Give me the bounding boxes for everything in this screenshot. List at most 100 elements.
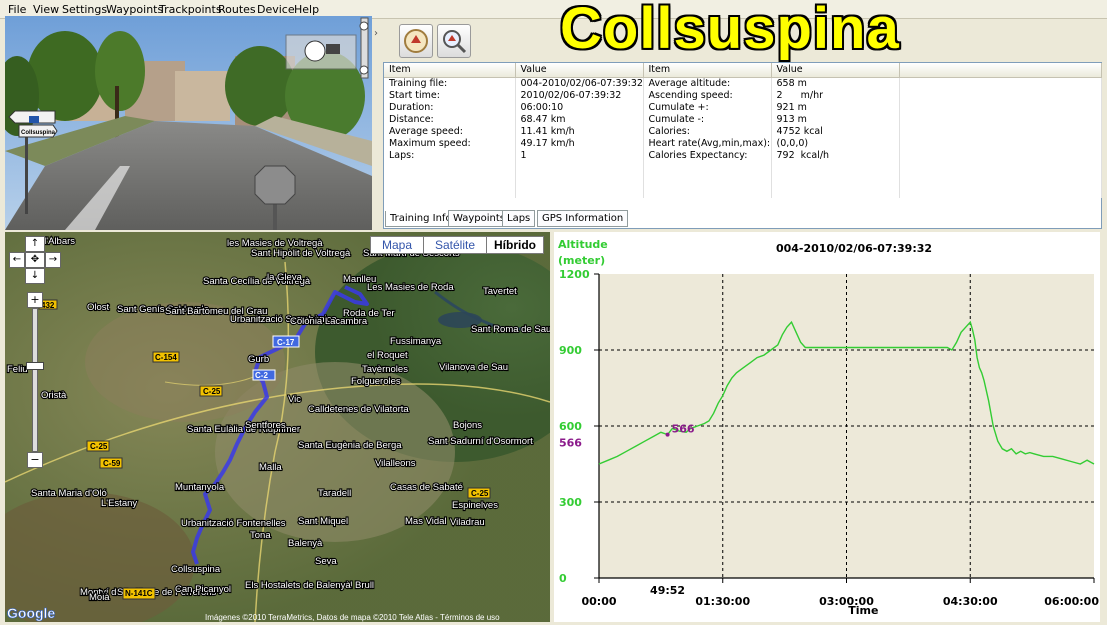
value-cell: 11.41 km/h [515,126,644,138]
chart-title: 004-2010/02/06-07:39:32 [776,242,932,255]
tab-laps[interactable]: Laps [502,210,536,227]
map-place-label: Fussimanya [390,336,442,347]
tab-waypoints[interactable]: Waypoints [448,210,511,227]
map-place-label: Casas de Sabaté [390,482,463,493]
marker-point [665,432,670,437]
map-place-label: Tona [250,530,271,541]
map-place-label: la Gleva [267,272,303,283]
map-zoom-out-icon[interactable]: − [27,452,43,468]
pan-down-icon[interactable]: ↓ [25,268,45,284]
y-tick-label: 1200 [559,268,590,281]
map-place-label: Malla [259,462,282,473]
map-place-label: Tavèrnoles [362,364,408,375]
map-place-label: Mas Vidal [405,516,447,527]
menu-file[interactable]: File [8,3,26,16]
menu-routes[interactable]: Routes [218,3,256,16]
map-place-label: Les Masies de Roda [367,282,454,293]
table-row[interactable]: Start time: 2010/02/06-07:39:32 Ascendin… [384,90,1102,102]
road-shield: N-141C [122,587,156,600]
menu-waypoints[interactable]: Waypoints [106,3,163,16]
route-map[interactable]: d'Albars les Masies de Voltregà Sant Hip… [5,232,550,622]
table-row[interactable]: Laps: 1 Calories Expectancy: 792 kcal/h [384,150,1102,162]
menu-help[interactable]: Help [294,3,319,16]
column-header[interactable]: Item [384,63,516,78]
pan-left-icon[interactable]: ← [9,252,25,268]
page-title: Collsuspina [560,0,900,61]
item-cell: Laps: [384,150,516,162]
table-row[interactable]: Average speed: 11.41 km/h Calories: 4752… [384,126,1102,138]
item-cell: Ascending speed: [643,90,772,102]
x-tick-label: 00:00 [581,595,616,608]
x-tick-label: 06:00:00 [1044,595,1099,608]
svg-text:N-141C: N-141C [125,589,153,598]
value-cell: 004-2010/02/06-07:39:32 [515,77,644,90]
table-row[interactable]: Duration: 06:00:10 Cumulate +: 921 m [384,102,1102,114]
map-place-label: Collsuspina [171,564,221,575]
map-attribution[interactable]: Imágenes ©2010 TerraMetrics, Datos de ma… [205,613,500,622]
pan-center-icon[interactable]: ✥ [25,252,45,268]
menu-settings[interactable]: Settings [62,3,107,16]
zoom-in-icon[interactable] [359,21,369,31]
pan-up-icon[interactable]: ↑ [25,236,45,252]
street-view-panel[interactable]: Collsuspina [5,16,372,230]
zoom-slider-track[interactable] [32,308,38,452]
value-cell: 913 m [771,114,900,126]
map-type-hibrido[interactable]: Híbrido [486,236,544,254]
tab-training-info[interactable]: Training Info [385,211,457,227]
item-cell: Distance: [384,114,516,126]
menu-view[interactable]: View [33,3,59,16]
road-shield: C-2 [252,369,276,381]
map-place-label: Santa Eugènia de Berga [298,440,402,451]
value-cell: 2 m/hr [771,90,900,102]
map-place-label: Calldetenes de Vilatorta [308,404,409,415]
item-cell: Start time: [384,90,516,102]
table-row[interactable]: Maximum speed: 49.17 km/h Heart rate(Avg… [384,138,1102,150]
map-place-label: Taradell [318,488,351,499]
item-cell: Average altitude: [643,77,772,90]
column-header[interactable]: Item [643,63,772,78]
zoom-slider-thumb[interactable] [26,362,44,370]
table-row[interactable]: Distance: 68.47 km Cumulate -: 913 m [384,114,1102,126]
pan-right-icon[interactable]: → [45,252,61,268]
map-place-label: Sant Hipòlit de Voltregà [251,248,351,259]
table-row[interactable]: Training file: 004-2010/02/06-07:39:32 A… [384,77,1102,90]
svg-text:C-59: C-59 [103,459,121,468]
zoom-out-icon[interactable] [359,65,369,75]
road-shield: C-17 [272,335,300,348]
menu-trackpoints[interactable]: Trackpoints [159,3,222,16]
map-place-label: Vic [288,394,301,405]
map-place-label: Can Picanyol [175,584,231,595]
menu-device[interactable]: Device [257,3,295,16]
column-header[interactable]: Value [771,63,900,78]
svg-text:C-2: C-2 [255,371,268,380]
road-shield: C-25 [86,440,110,452]
column-header[interactable]: Value [515,63,644,78]
x-axis-label: Time [848,604,878,617]
map-place-label: Folgueroles [351,376,401,387]
map-place-label: Bojons [453,420,482,431]
marker-value-label: 566 [672,423,695,436]
value-cell: 4752 kcal [771,126,900,138]
training-info-table: Item Value Item Value Training file: 004… [383,62,1102,229]
y-tick-label: 900 [559,344,582,357]
map-type-mapa[interactable]: Mapa [370,236,424,254]
value-cell: 2010/02/06-07:39:32 [515,90,644,102]
y-tick-label: 0 [559,572,567,585]
map-place-label: Espinelves [452,500,498,511]
map-place-label: Olost [87,302,110,313]
table-header-row: Item Value Item Value [384,63,1102,78]
street-sign-label: Collsuspina [21,130,56,136]
hand-tool-button[interactable] [399,24,433,58]
map-place-label: Roda de Ter [343,308,395,319]
road-shield: C-59 [99,457,123,469]
tab-gps-information[interactable]: GPS Information [537,210,629,227]
toolbar-separator: › [374,28,378,39]
zoom-tool-button[interactable] [437,24,471,58]
map-zoom-in-icon[interactable]: + [27,292,43,308]
marker-y-readout: 566 [559,437,582,450]
google-logo[interactable]: Google [7,605,56,622]
x-tick-label: 01:30:00 [695,595,750,608]
map-type-satelite[interactable]: Satélite [423,236,487,254]
value-cell: (0,0,0) [771,138,900,150]
map-place-label: Sant Miquel [298,516,348,527]
